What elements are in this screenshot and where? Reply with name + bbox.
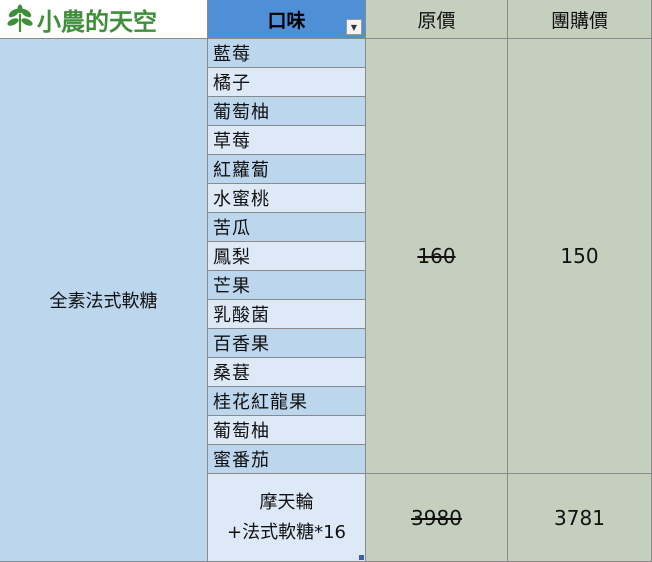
flavor-name: 葡萄柚 [213, 421, 270, 442]
flavor-name: 蜜番茄 [213, 450, 270, 471]
group-price-header-cell[interactable]: 團購價 [508, 0, 652, 39]
flavor-cell[interactable]: 鳳梨 [208, 242, 366, 271]
fill-handle[interactable] [359, 555, 364, 560]
leaf-icon [6, 4, 34, 34]
brand-name: 小農的天空 [37, 7, 157, 36]
flavor-name: 橘子 [213, 73, 251, 94]
flavor-cell[interactable]: 藍莓 [208, 39, 366, 68]
flavor-cell[interactable]: 水蜜桃 [208, 184, 366, 213]
original-price-header-cell[interactable]: 原價 [366, 0, 508, 39]
flavor-name: 苦瓜 [213, 218, 251, 239]
flavor-cell[interactable]: 乳酸菌 [208, 300, 366, 329]
combo-cell[interactable]: 摩天輪 +法式軟糖*16 [208, 474, 366, 562]
flavor-name: 紅蘿蔔 [213, 160, 270, 181]
filter-dropdown-icon[interactable]: ▼ [346, 19, 362, 35]
combo-line-1: 摩天輪 [259, 491, 314, 513]
flavor-cell[interactable]: 草莓 [208, 126, 366, 155]
group-price-value: 150 [560, 244, 599, 268]
flavor-cell[interactable]: 紅蘿蔔 [208, 155, 366, 184]
flavor-name: 草莓 [213, 131, 251, 152]
group-price-cell[interactable]: 150 [508, 39, 652, 474]
flavor-cell[interactable]: 桑葚 [208, 358, 366, 387]
flavor-cell[interactable]: 苦瓜 [208, 213, 366, 242]
flavor-name: 百香果 [213, 334, 270, 355]
flavor-cell[interactable]: 百香果 [208, 329, 366, 358]
brand-logo-cell[interactable]: 小農的天空 [0, 0, 208, 39]
flavor-header-label: 口味 [267, 9, 306, 32]
flavor-name: 鳳梨 [213, 247, 251, 268]
combo-group-price-cell[interactable]: 3781 [508, 474, 652, 562]
flavor-header-cell[interactable]: 口味 ▼ [208, 0, 366, 39]
flavor-cell[interactable]: 葡萄柚 [208, 416, 366, 445]
combo-group-price-value: 3781 [554, 505, 605, 530]
flavor-name: 芒果 [213, 276, 251, 297]
flavor-cell[interactable]: 葡萄柚 [208, 97, 366, 126]
spreadsheet: 小農的天空 口味 ▼ 原價 團購價 全素法式軟糖 藍莓 橘子 葡萄柚 草莓 紅蘿… [0, 0, 652, 562]
flavor-cell[interactable]: 桂花紅龍果 [208, 387, 366, 416]
combo-original-price-value: 3980 [411, 505, 462, 530]
flavor-name: 桑葚 [213, 363, 251, 384]
flavor-name: 桂花紅龍果 [213, 392, 308, 413]
flavor-cell[interactable]: 蜜番茄 [208, 445, 366, 474]
flavor-name: 藍莓 [213, 44, 251, 65]
flavor-name: 乳酸菌 [213, 305, 270, 326]
flavor-name: 葡萄柚 [213, 102, 270, 123]
original-price-header-label: 原價 [417, 9, 456, 32]
group-price-header-label: 團購價 [550, 9, 608, 32]
flavor-cell[interactable]: 橘子 [208, 68, 366, 97]
product-name-cell[interactable]: 全素法式軟糖 [0, 39, 208, 562]
flavor-name: 水蜜桃 [213, 189, 270, 210]
flavor-cell[interactable]: 芒果 [208, 271, 366, 300]
original-price-cell[interactable]: 160 [366, 39, 508, 474]
product-name: 全素法式軟糖 [49, 291, 158, 312]
combo-original-price-cell[interactable]: 3980 [366, 474, 508, 562]
combo-line-2: +法式軟糖*16 [227, 521, 346, 543]
original-price-value: 160 [417, 244, 456, 268]
